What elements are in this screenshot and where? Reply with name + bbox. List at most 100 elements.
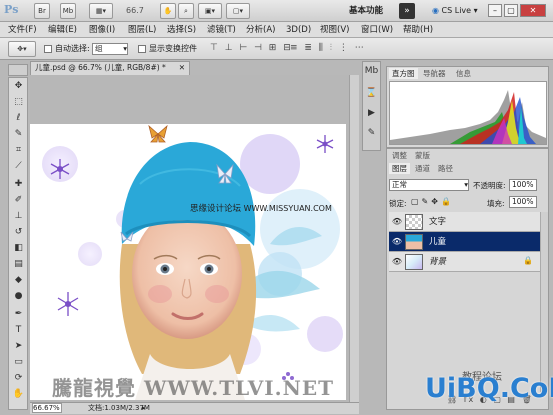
brand-watermark: 騰龍視覺 WWW.TLVI.NET xyxy=(52,376,335,400)
clone-stamp-tool-icon[interactable]: ⊥ xyxy=(11,210,26,223)
panel-dock: Mb ⌛ ▶ ✎ xyxy=(362,61,381,151)
menu-filter[interactable]: 滤镜(T) xyxy=(207,24,236,36)
canvas-area: 思缘设计论坛 WWW.MISSYUAN.COM 騰龍視覺 WWW.TLVI.NE… xyxy=(30,75,359,404)
view-extras-button[interactable]: ▦▾ xyxy=(89,3,113,19)
close-icon[interactable]: ✕ xyxy=(179,62,185,74)
child-photo xyxy=(42,124,343,400)
opacity-field[interactable]: 100% xyxy=(509,179,537,191)
shape-tool-icon[interactable]: ▭ xyxy=(11,356,26,369)
tab-channels[interactable]: 通道 xyxy=(412,163,433,174)
vertical-scrollbar[interactable] xyxy=(349,75,359,402)
status-zoom-field[interactable]: 66.67% xyxy=(32,403,62,413)
move-tool-icon[interactable]: ✥ xyxy=(11,80,26,93)
status-bar: 66.67% 文档:1.03M/2.37M ▸ xyxy=(30,402,359,414)
document-tab[interactable]: 儿童.psd @ 66.7% (儿童, RGB/8#) * ✕ xyxy=(30,61,190,75)
menu-select[interactable]: 选择(S) xyxy=(167,24,196,36)
canvas-watermark-text: 思缘设计论坛 xyxy=(190,204,242,214)
layers-scrollbar[interactable] xyxy=(540,212,548,392)
menu-view[interactable]: 视图(V) xyxy=(320,24,349,36)
status-doc-size: 文档:1.03M/2.37M xyxy=(88,404,150,412)
opacity-label: 不透明度: xyxy=(473,181,506,190)
workspace-expand-button[interactable]: » xyxy=(399,3,415,19)
layer-name: 文字 xyxy=(429,217,447,227)
screen-mode-button[interactable]: ▢▾ xyxy=(226,3,250,19)
layer-thumbnail xyxy=(405,214,423,230)
cs-live-icon: ◉ xyxy=(432,6,439,15)
crop-tool-icon[interactable]: ⌗ xyxy=(11,144,26,157)
tool-preset-picker[interactable]: ✥▾ xyxy=(8,41,36,57)
pen-tool-icon[interactable]: ✒ xyxy=(11,308,26,321)
lock-buttons[interactable]: ▢✎✥🔒 xyxy=(411,197,454,206)
align-buttons[interactable]: ⊤ ⊥ ⊢ ⊣ ⊞ ⊟ xyxy=(210,43,293,53)
tab-info[interactable]: 信息 xyxy=(453,68,474,79)
document-image[interactable]: 思缘设计论坛 WWW.MISSYUAN.COM 騰龍視覺 WWW.TLVI.NE… xyxy=(30,124,346,400)
menu-edit[interactable]: 编辑(E) xyxy=(48,24,77,36)
gradient-tool-icon[interactable]: ▤ xyxy=(11,258,26,271)
history-icon[interactable]: ⌛ xyxy=(364,87,379,100)
lasso-tool-icon[interactable]: ℓ xyxy=(11,112,26,125)
3d-rotate-tool-icon[interactable]: ⟳ xyxy=(11,372,26,385)
history-brush-tool-icon[interactable]: ↺ xyxy=(11,226,26,239)
auto-select-checkbox[interactable] xyxy=(44,45,52,53)
tab-paths[interactable]: 路径 xyxy=(435,163,456,174)
menu-file[interactable]: 文件(F) xyxy=(8,24,37,36)
layer-row-text[interactable]: 👁 文字 xyxy=(389,212,541,232)
blend-mode-value: 正常 xyxy=(392,180,407,189)
path-selection-tool-icon[interactable]: ➤ xyxy=(11,340,26,353)
distribute-buttons[interactable]: ≡ ≣ ⫼ ⫶ ⋮ ⋯ xyxy=(290,43,366,53)
show-transform-checkbox[interactable] xyxy=(138,45,146,53)
zoom-level[interactable]: 66.7 xyxy=(126,6,144,15)
hand-tool-button[interactable]: ✋ xyxy=(160,3,176,19)
minimize-button[interactable]: – xyxy=(488,4,502,17)
cs-live-label: CS Live xyxy=(441,6,472,15)
hand-tool-icon[interactable]: ✋ xyxy=(11,388,26,401)
fill-field[interactable]: 100% xyxy=(509,196,537,208)
eye-icon[interactable]: 👁 xyxy=(391,256,403,268)
status-menu-arrow[interactable]: ▸ xyxy=(142,403,146,414)
menu-layer[interactable]: 图层(L) xyxy=(128,24,156,36)
tab-navigator[interactable]: 导航器 xyxy=(420,68,449,79)
blend-mode-dropdown[interactable]: 正常 ▾ xyxy=(389,179,469,191)
actions-icon[interactable]: ▶ xyxy=(364,107,379,120)
menu-3d[interactable]: 3D(D) xyxy=(286,24,311,36)
layer-thumbnail xyxy=(405,234,423,250)
lock-icon: 🔒 xyxy=(523,256,533,265)
quick-select-tool-icon[interactable]: ✎ xyxy=(11,128,26,141)
brush-tool-icon[interactable]: ✐ xyxy=(11,194,26,207)
layer-name: 背景 xyxy=(429,257,447,267)
auto-select-dropdown[interactable]: 组 ▾ xyxy=(92,43,128,55)
eye-icon[interactable]: 👁 xyxy=(391,236,403,248)
tab-histogram[interactable]: 直方图 xyxy=(389,68,418,79)
tab-masks[interactable]: 蒙版 xyxy=(412,150,433,161)
layer-row-child[interactable]: 👁 儿童 xyxy=(389,232,541,252)
blur-tool-icon[interactable]: ◆ xyxy=(11,274,26,287)
tab-layers[interactable]: 图层 xyxy=(389,163,410,174)
mini-bridge-button[interactable]: Mb xyxy=(60,3,76,19)
workspace-label[interactable]: 基本功能 xyxy=(349,3,389,19)
opacity-value: 100% xyxy=(512,180,534,189)
bridge-button[interactable]: Br xyxy=(34,3,50,19)
menu-analysis[interactable]: 分析(A) xyxy=(246,24,275,36)
menu-help[interactable]: 帮助(H) xyxy=(403,24,433,36)
close-button[interactable]: ✕ xyxy=(520,4,546,17)
dodge-tool-icon[interactable]: ● xyxy=(11,290,26,303)
zoom-tool-button[interactable]: ⌕ xyxy=(178,3,194,19)
eyedropper-tool-icon[interactable]: ⟋ xyxy=(11,160,26,173)
auto-select-value: 组 xyxy=(95,44,103,53)
cs-live-menu[interactable]: ◉ CS Live ▾ xyxy=(432,4,478,18)
layer-row-background[interactable]: 👁 背景 🔒 xyxy=(389,252,541,272)
eye-icon[interactable]: 👁 xyxy=(391,216,403,228)
eraser-tool-icon[interactable]: ◧ xyxy=(11,242,26,255)
notes-icon[interactable]: ✎ xyxy=(364,127,379,140)
healing-brush-tool-icon[interactable]: ✚ xyxy=(11,178,26,191)
type-tool-icon[interactable]: T xyxy=(11,324,26,337)
tools-header[interactable] xyxy=(8,64,28,76)
menu-window[interactable]: 窗口(W) xyxy=(361,24,393,36)
restore-button[interactable]: ▢ xyxy=(504,4,518,17)
menu-image[interactable]: 图像(I) xyxy=(89,24,115,36)
lock-label: 锁定: xyxy=(389,199,407,208)
tab-adjustments[interactable]: 调整 xyxy=(389,150,410,161)
marquee-tool-icon[interactable]: ⬚ xyxy=(11,96,26,109)
arrange-documents-button[interactable]: ▣▾ xyxy=(198,3,222,19)
mini-bridge-icon[interactable]: Mb xyxy=(364,65,379,78)
